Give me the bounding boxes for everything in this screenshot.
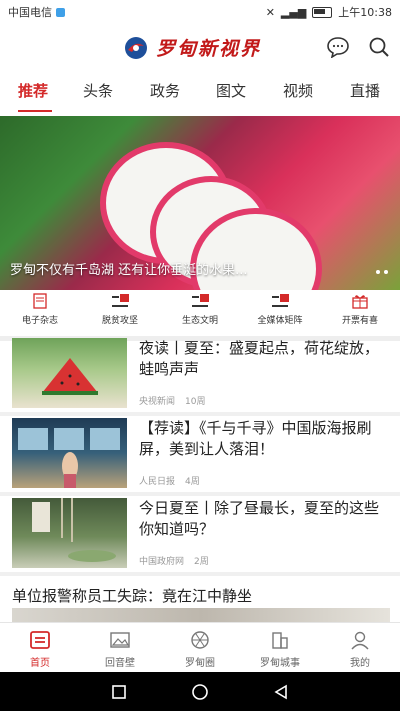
category-tabs: 推荐 头条 政务 图文 视频 直播 — [0, 80, 400, 112]
app-logo: 罗甸新视界 — [124, 34, 261, 61]
notification-icon — [56, 7, 65, 17]
signal-icon: ▂▄▆ — [280, 5, 307, 19]
home-circle-icon[interactable] — [191, 683, 209, 701]
news-item[interactable]: 夜读丨夏至：盛夏起点，荷花绽放，蛙鸣声声 央视新闻 10周 — [0, 338, 400, 418]
system-nav-bar — [0, 672, 400, 711]
news-thumbnail — [12, 498, 127, 568]
list-divider — [0, 492, 400, 496]
battery-icon — [312, 6, 333, 18]
carousel-dot — [384, 270, 388, 274]
list-divider — [0, 412, 400, 416]
nav-luodian-circle[interactable]: 罗甸圈 — [160, 623, 240, 673]
quick-nav-label: 开票有喜 — [341, 316, 378, 326]
gift-icon — [352, 295, 368, 309]
summer-scene-image-icon — [32, 498, 116, 562]
tab-video[interactable]: 视频 — [283, 80, 313, 101]
banner-caption: 罗甸不仅有千岛湖 还有让你垂涎的水果... — [10, 263, 248, 278]
active-tab-indicator — [18, 110, 52, 112]
back-icon[interactable] — [273, 684, 289, 700]
news-source: 人民日报 — [139, 477, 176, 487]
quick-nav-invoice[interactable]: 开票有喜 — [320, 290, 400, 336]
tab-headlines[interactable]: 头条 — [83, 80, 113, 101]
news-large-image[interactable] — [12, 608, 390, 622]
quick-nav-label: 生态文明 — [181, 316, 218, 326]
news-time: 10周 — [185, 397, 206, 407]
flag-icon — [192, 294, 209, 307]
news-source: 央视新闻 — [139, 397, 176, 407]
user-icon — [351, 631, 369, 650]
news-title: 夜读丨夏至：盛夏起点，荷花绽放，蛙鸣声声 — [139, 339, 380, 378]
app-title: 罗甸新视界 — [156, 38, 262, 60]
quick-nav-label: 电子杂志 — [21, 316, 58, 326]
nav-city-affairs[interactable]: 罗甸城事 — [240, 623, 320, 673]
news-source: 中国政府网 — [139, 557, 185, 567]
recents-icon[interactable] — [111, 684, 127, 700]
tab-live[interactable]: 直播 — [350, 80, 380, 101]
bottom-nav: 首页 回音壁 罗甸圈 罗甸城事 我的 — [0, 622, 400, 673]
quick-nav-label: 全媒体矩阵 — [257, 316, 303, 326]
watermelon-image-icon — [42, 358, 98, 395]
status-bar: 中国电信 ✕ ▂▄▆ 上午10:38 — [0, 0, 400, 24]
nav-label: 我的 — [350, 658, 370, 669]
quick-nav: 电子杂志 脱贫攻坚 生态文明 全媒体矩阵 开票有喜 — [0, 290, 400, 336]
news-title: 【荐读】《千与千寻》中国版海报刷屏，美到让人落泪！ — [139, 419, 372, 458]
news-time: 4周 — [185, 477, 200, 487]
carousel-dot — [376, 270, 380, 274]
nav-label: 罗甸城事 — [260, 658, 300, 669]
nav-label: 回音壁 — [105, 658, 135, 669]
quick-nav-poverty[interactable]: 脱贫攻坚 — [80, 290, 160, 336]
tab-recommend[interactable]: 推荐 — [18, 80, 48, 101]
status-time: 上午10:38 — [338, 6, 392, 19]
nav-label: 首页 — [30, 658, 50, 669]
train-scene-image-icon — [18, 428, 120, 488]
search-icon[interactable] — [368, 36, 390, 58]
city-icon — [272, 632, 288, 649]
nav-home[interactable]: 首页 — [0, 623, 80, 673]
logo-mark-icon — [125, 36, 147, 59]
message-icon[interactable] — [326, 36, 350, 58]
tab-government[interactable]: 政务 — [150, 80, 180, 101]
news-thumbnail — [12, 418, 127, 488]
nav-label: 罗甸圈 — [185, 658, 215, 669]
quick-nav-label: 脱贫攻坚 — [101, 316, 138, 326]
mute-icon: ✕ — [265, 5, 275, 19]
aperture-icon — [191, 631, 209, 649]
quick-nav-media-matrix[interactable]: 全媒体矩阵 — [240, 290, 320, 336]
news-item[interactable]: 【荐读】《千与千寻》中国版海报刷屏，美到让人落泪！ 人民日报 4周 — [0, 418, 400, 498]
home-icon — [30, 631, 50, 649]
news-time: 2周 — [194, 557, 209, 567]
flag-icon — [272, 294, 289, 307]
carousel-dots — [376, 270, 388, 274]
quick-nav-ecology[interactable]: 生态文明 — [160, 290, 240, 336]
magazine-icon — [33, 293, 47, 309]
list-divider — [0, 572, 400, 576]
news-title: 今日夏至丨除了昼最长，夏至的这些你知道吗？ — [139, 499, 380, 538]
carrier-label: 中国电信 — [8, 6, 52, 19]
news-item[interactable]: 今日夏至丨除了昼最长，夏至的这些你知道吗？ 中国政府网 2周 — [0, 498, 400, 578]
image-icon — [110, 632, 130, 648]
quick-nav-magazine[interactable]: 电子杂志 — [0, 290, 80, 336]
nav-mine[interactable]: 我的 — [320, 623, 400, 673]
banner-carousel[interactable]: 罗甸不仅有千岛湖 还有让你垂涎的水果... — [0, 116, 400, 290]
tab-gallery[interactable]: 图文 — [216, 80, 246, 101]
flag-icon — [112, 294, 129, 307]
nav-echo-wall[interactable]: 回音壁 — [80, 623, 160, 673]
news-title-large[interactable]: 单位报警称员工失踪：竟在江中静坐 — [12, 585, 252, 606]
news-thumbnail — [12, 338, 127, 408]
